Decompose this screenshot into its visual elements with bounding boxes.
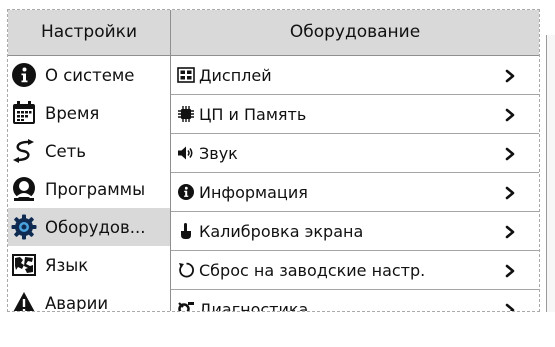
chevron-right-icon [503,302,517,311]
sidebar-item-language[interactable]: Язык [8,246,170,284]
gear-icon [11,214,37,240]
sidebar-title: Настройки [40,22,137,42]
list-item-display[interactable]: Дисплей [171,56,539,95]
sidebar-item-label: Время [45,103,100,123]
chevron-right-icon [503,185,517,200]
sidebar-item-time[interactable]: Время [8,94,170,132]
chevron-right-icon [503,68,517,83]
list-item-label: Звук [199,143,238,163]
list-item-label: Калибровка экрана [199,221,364,241]
diagnostics-icon [177,300,195,311]
chevron-right-icon [503,224,517,239]
list-item-label: Сброс на заводские настр. [199,260,426,280]
list-item-label: Дисплей [199,65,272,85]
sidebar-item-label: О системе [45,65,135,85]
list-item-information[interactable]: Информация [171,173,539,212]
info-icon [11,62,37,88]
header-bar: Настройки Оборудование [8,10,539,56]
info-icon [177,183,195,201]
list-item-diagnostics[interactable]: Диагностика [171,290,539,312]
calendar-icon [11,100,37,126]
sidebar-item-hardware[interactable]: Оборудов... [8,208,170,246]
sidebar-item-programs[interactable]: Программы [8,170,170,208]
chevron-right-icon [503,146,517,161]
speaker-icon [177,144,195,162]
sidebar-item-alarms[interactable]: Аварии [8,284,170,312]
chevron-right-icon [503,107,517,122]
sidebar-item-label: Сеть [45,141,87,161]
list-item-sound[interactable]: Звук [171,134,539,173]
sidebar-item-network[interactable]: Сеть [8,132,170,170]
list-item-label: ЦП и Память [199,104,307,124]
sidebar-item-about[interactable]: О системе [8,56,170,94]
page-title: Оборудование [289,22,421,42]
list-item-factory-reset[interactable]: Сброс на заводские настр. [171,251,539,290]
list-item-label: Диагностика [199,299,309,312]
hardware-settings-list: Дисплей ЦП и Память Звук Информация Кали… [171,56,539,312]
sidebar-item-label: Аварии [45,293,109,312]
display-icon [177,66,195,84]
sidebar-item-label: Язык [45,255,89,275]
settings-window: Настройки Оборудование О системе Время С… [7,9,540,312]
touch-hand-icon [177,222,195,240]
network-icon [11,138,37,164]
chevron-right-icon [503,263,517,278]
scrollbar-edge[interactable] [546,35,555,312]
warning-icon [11,290,37,311]
list-item-cpu-memory[interactable]: ЦП и Память [171,95,539,134]
sidebar-item-label: Оборудов... [45,217,146,237]
list-item-label: Информация [199,182,308,202]
chip-icon [177,105,195,123]
language-map-icon [11,252,37,278]
programs-icon [11,176,37,202]
sidebar: О системе Время Сеть Программы Оборудов.… [8,56,170,312]
sidebar-item-label: Программы [45,179,146,199]
reset-icon [177,261,195,279]
list-item-screen-calibration[interactable]: Калибровка экрана [171,212,539,251]
